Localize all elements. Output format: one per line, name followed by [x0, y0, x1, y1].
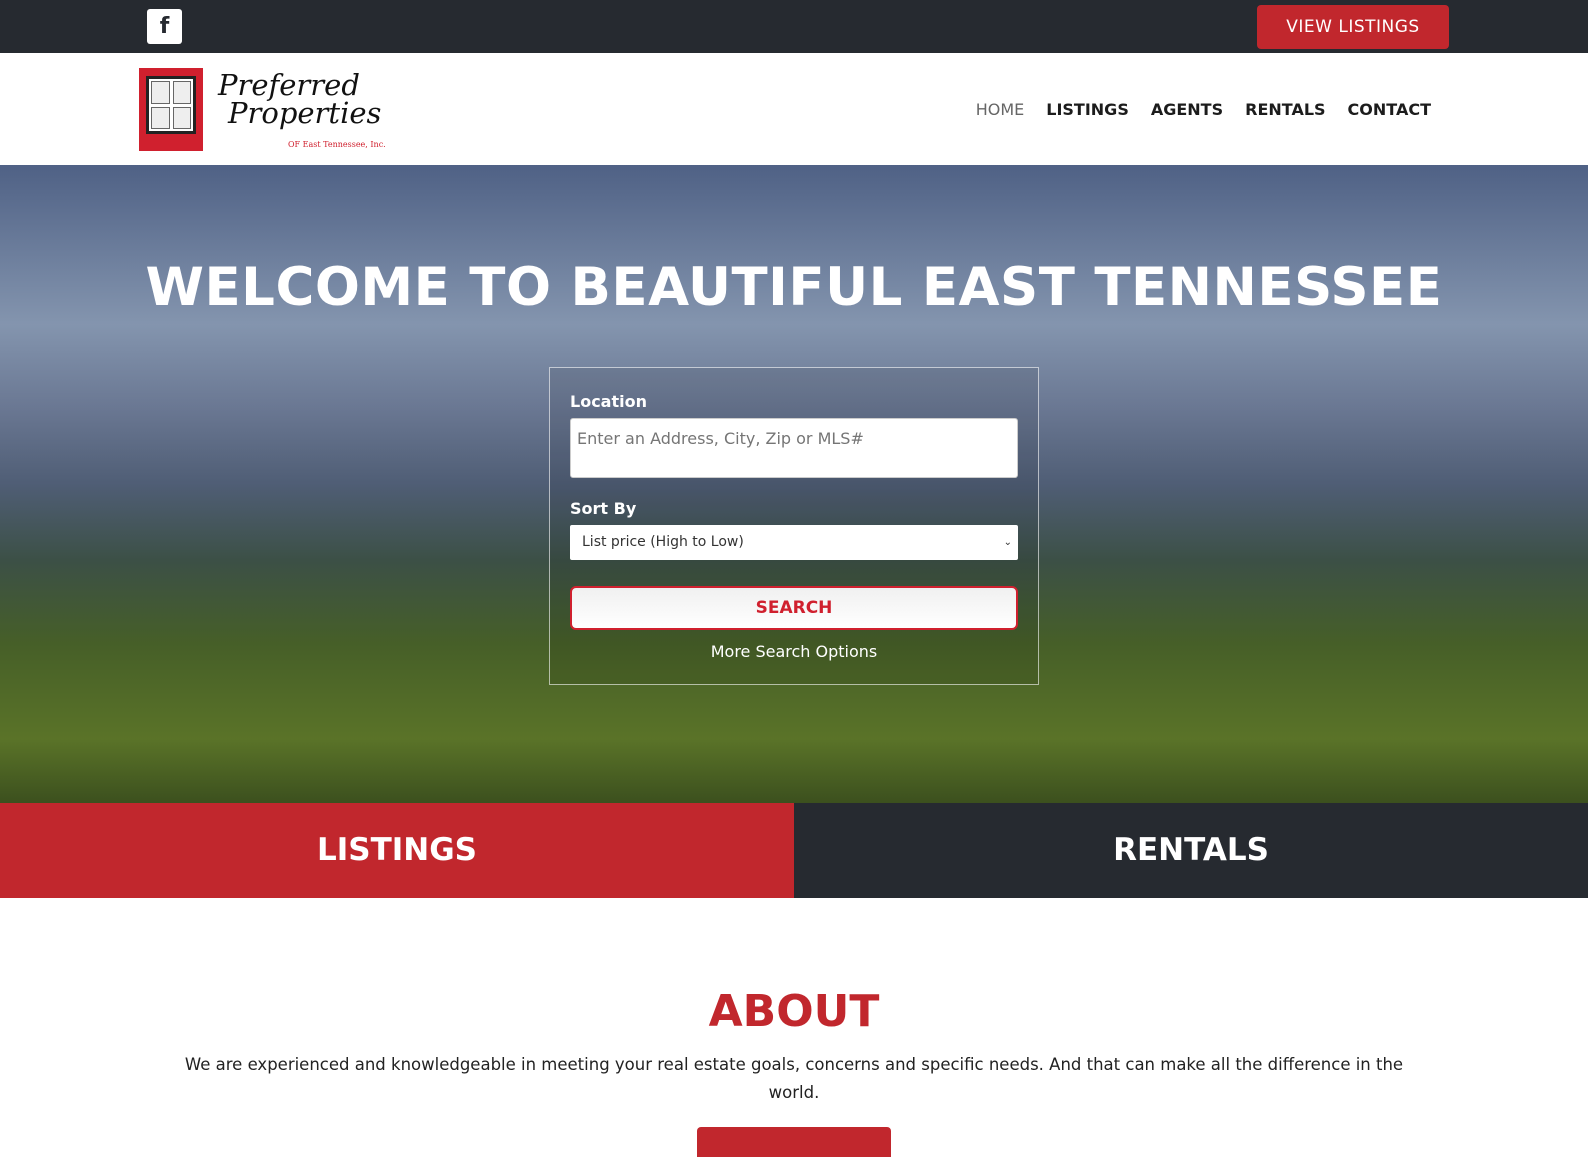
nav-listings[interactable]: LISTINGS [1046, 100, 1129, 119]
sort-select[interactable]: List price (High to Low) ⌄ [570, 525, 1018, 560]
search-form: Location Sort By List price (High to Low… [549, 367, 1039, 685]
header: Preferred Properties OF East Tennessee, … [0, 53, 1588, 165]
top-bar: f VIEW LISTINGS [0, 0, 1588, 53]
location-input[interactable] [570, 418, 1018, 478]
more-search-options-link[interactable]: More Search Options [570, 642, 1018, 661]
hero: WELCOME TO BEAUTIFUL EAST TENNESSEE Loca… [0, 165, 1588, 803]
nav-rentals[interactable]: RENTALS [1245, 100, 1325, 119]
chevron-down-icon: ⌄ [1003, 537, 1012, 548]
nav-home[interactable]: HOME [976, 100, 1025, 119]
facebook-icon[interactable]: f [147, 9, 182, 44]
tiles: LISTINGS RENTALS [0, 803, 1588, 898]
nav-agents[interactable]: AGENTS [1151, 100, 1223, 119]
about-button[interactable] [697, 1127, 891, 1157]
sort-label: Sort By [570, 499, 637, 518]
location-label: Location [570, 392, 647, 411]
nav-contact[interactable]: CONTACT [1348, 100, 1431, 119]
view-listings-button[interactable]: VIEW LISTINGS [1257, 5, 1449, 49]
logo-line1: Preferred [218, 68, 360, 102]
hero-title: WELCOME TO BEAUTIFUL EAST TENNESSEE [145, 257, 1443, 318]
logo-window-icon [139, 68, 203, 151]
about-title: ABOUT [708, 986, 880, 1037]
sort-value: List price (High to Low) [582, 534, 744, 550]
about-section: ABOUT We are experienced and knowledgeab… [0, 898, 1588, 1157]
listings-tile[interactable]: LISTINGS [0, 803, 794, 898]
about-text: We are experienced and knowledgeable in … [184, 1055, 1404, 1102]
logo-line3: OF East Tennessee, Inc. [288, 140, 386, 149]
search-button[interactable]: SEARCH [570, 586, 1018, 630]
logo-line2: Properties [228, 96, 382, 130]
rentals-tile[interactable]: RENTALS [794, 803, 1588, 898]
main-nav: HOME LISTINGS AGENTS RENTALS CONTACT [976, 100, 1431, 119]
